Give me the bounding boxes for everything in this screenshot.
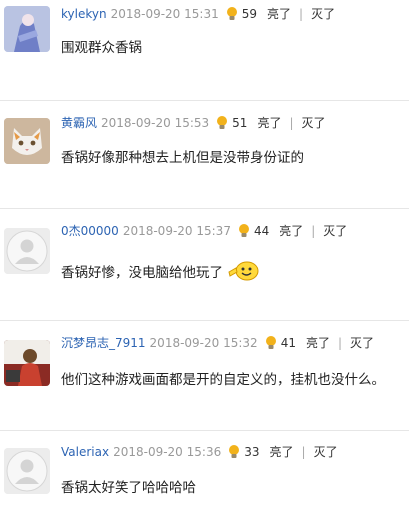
comment-text: 香锅太好笑了哈哈哈哈 [61, 480, 196, 496]
dim-button[interactable]: 灭了 [314, 443, 338, 461]
username-link[interactable]: Valeriax [61, 443, 109, 461]
username-link[interactable]: 沉梦昂志_7911 [61, 334, 146, 352]
dim-button[interactable]: 灭了 [302, 114, 326, 132]
comment-text: 围观群众香锅 [61, 40, 142, 56]
username-link[interactable]: 0杰00000 [61, 222, 119, 240]
lightbulb-icon [227, 444, 241, 460]
avatar-blue-figure-icon [4, 6, 50, 52]
avatar-player-icon [4, 340, 50, 386]
light-button[interactable]: 亮了 [257, 114, 281, 132]
timestamp: 2018-09-20 15:53 [101, 116, 210, 130]
separator: | [311, 224, 316, 238]
lightbulb-icon [215, 115, 229, 131]
avatar-default-icon [4, 228, 50, 274]
like-count: 59 [241, 7, 257, 21]
divider [0, 430, 409, 431]
light-button[interactable]: 亮了 [279, 222, 303, 240]
comment-meta: 沉梦昂志_7911 2018-09-20 15:32 41 亮了 | 灭了 [61, 334, 374, 352]
timestamp: 2018-09-20 15:31 [110, 7, 219, 21]
avatar[interactable] [4, 118, 50, 164]
timestamp: 2018-09-20 15:37 [122, 224, 231, 238]
comment-text: 香锅好像那种想去上机但是没带身份证的 [61, 150, 304, 166]
waving-smiley-emoji-icon [227, 258, 261, 288]
comment-text-content: 香锅好惨，没电脑给他玩了 [61, 265, 223, 281]
like-count: 33 [244, 445, 260, 459]
light-button[interactable]: 亮了 [267, 5, 291, 23]
username-link[interactable]: 黄霸风 [61, 114, 97, 132]
dim-button[interactable]: 灭了 [311, 5, 335, 23]
comment-text: 香锅好惨，没电脑给他玩了 [61, 258, 261, 281]
timestamp: 2018-09-20 15:32 [149, 336, 258, 350]
comment-meta: 黄霸风 2018-09-20 15:53 51 亮了 | 灭了 [61, 114, 326, 132]
separator: | [337, 336, 343, 350]
avatar-default-icon [4, 448, 50, 494]
dim-button[interactable]: 灭了 [323, 222, 347, 240]
separator: | [289, 116, 294, 130]
avatar[interactable] [4, 340, 50, 386]
lightbulb-icon [264, 335, 278, 351]
separator: | [301, 445, 306, 459]
comment-text: 他们这种游戏画面都是开的自定义的，挂机也没什么。 [61, 372, 385, 388]
avatar[interactable] [4, 6, 50, 52]
comment-meta: 0杰00000 2018-09-20 15:37 44 亮了 | 灭了 [61, 222, 347, 240]
avatar[interactable] [4, 228, 50, 274]
timestamp: 2018-09-20 15:36 [113, 445, 222, 459]
lightbulb-icon [225, 6, 239, 22]
like-count: 41 [280, 336, 296, 350]
avatar-cat-icon [4, 118, 50, 164]
separator: | [299, 7, 304, 21]
username-link[interactable]: kylekyn [61, 5, 107, 23]
like-count: 44 [253, 224, 270, 238]
divider [0, 100, 409, 101]
comment-meta: Valeriax 2018-09-20 15:36 33 亮了 | 灭了 [61, 443, 338, 461]
light-button[interactable]: 亮了 [306, 334, 330, 352]
avatar[interactable] [4, 448, 50, 494]
divider [0, 320, 409, 321]
comment-meta: kylekyn 2018-09-20 15:31 59 亮了 | 灭了 [61, 5, 335, 23]
light-button[interactable]: 亮了 [270, 443, 294, 461]
divider [0, 208, 409, 209]
lightbulb-icon [237, 223, 251, 239]
like-count: 51 [232, 116, 248, 130]
dim-button[interactable]: 灭了 [350, 334, 374, 352]
